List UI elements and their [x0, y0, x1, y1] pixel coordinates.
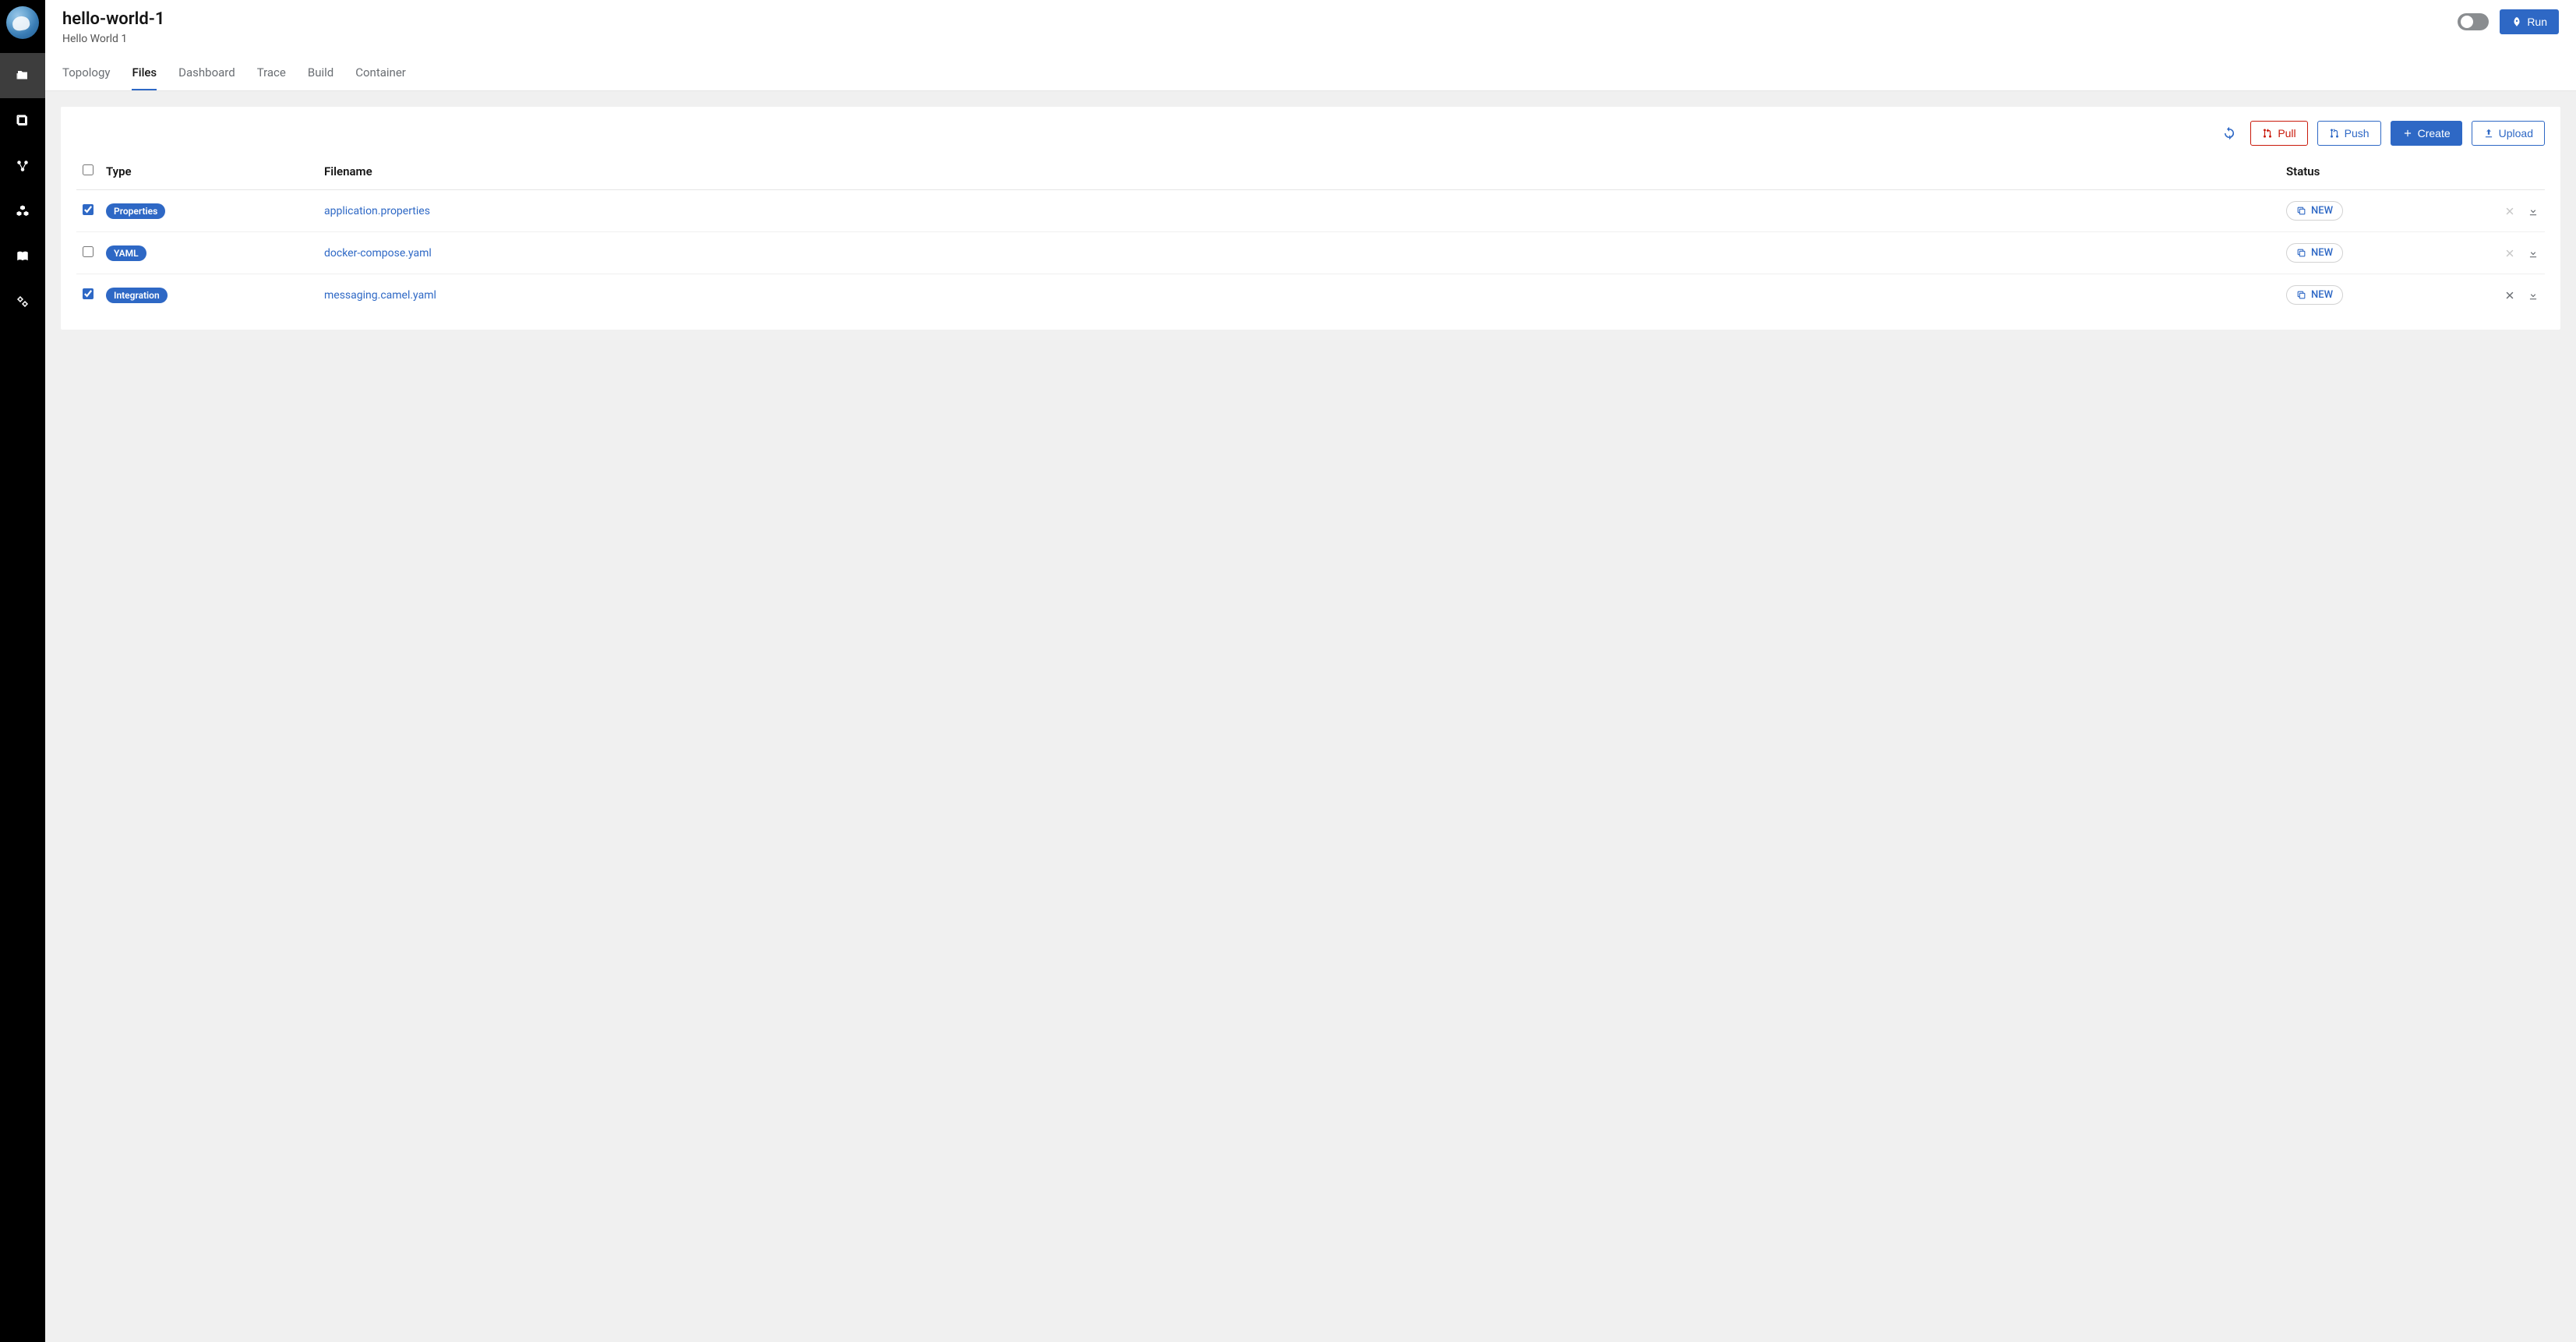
- files-toolbar: Pull Push Create Upload: [76, 121, 2545, 146]
- select-all-checkbox[interactable]: [83, 164, 94, 175]
- refresh-icon: [2222, 126, 2236, 140]
- cubes-icon: [16, 204, 30, 218]
- download-button[interactable]: [2528, 206, 2539, 217]
- page-title: hello-world-1: [62, 9, 164, 30]
- filename-link[interactable]: application.properties: [324, 205, 430, 217]
- table-row: Integration messaging.camel.yaml NEW: [76, 274, 2545, 316]
- delete-button[interactable]: [2504, 290, 2515, 301]
- delete-button: [2504, 206, 2515, 217]
- delete-button: [2504, 248, 2515, 259]
- filename-link[interactable]: docker-compose.yaml: [324, 247, 432, 260]
- th-type: Type: [100, 157, 318, 190]
- dev-mode-toggle[interactable]: [2458, 13, 2489, 30]
- run-label: Run: [2527, 16, 2547, 28]
- push-label: Push: [2345, 127, 2370, 139]
- download-button[interactable]: [2528, 248, 2539, 259]
- create-label: Create: [2418, 127, 2451, 139]
- row-checkbox[interactable]: [83, 288, 94, 299]
- row-checkbox[interactable]: [83, 204, 94, 215]
- gears-icon: [16, 295, 30, 309]
- copy-icon: [2296, 290, 2306, 300]
- table-row: Properties application.properties NEW: [76, 190, 2545, 232]
- status-pill[interactable]: NEW: [2286, 243, 2343, 263]
- files-card: Pull Push Create Upload: [61, 107, 2560, 330]
- push-button[interactable]: Push: [2317, 121, 2381, 146]
- git-push-icon: [2329, 128, 2340, 139]
- copy-icon: [2296, 206, 2306, 216]
- files-table: Type Filename Status Properties applicat…: [76, 157, 2545, 316]
- download-button[interactable]: [2528, 290, 2539, 301]
- row-checkbox[interactable]: [83, 246, 94, 257]
- status-pill[interactable]: NEW: [2286, 201, 2343, 221]
- plus-icon: [2402, 128, 2413, 139]
- tabs: Topology Files Dashboard Trace Build Con…: [62, 59, 2559, 90]
- content: Pull Push Create Upload: [45, 91, 2576, 345]
- rocket-icon: [2511, 16, 2522, 27]
- close-icon: [2504, 206, 2515, 217]
- pull-label: Pull: [2278, 127, 2295, 139]
- git-pull-icon: [2262, 128, 2273, 139]
- type-badge: Integration: [106, 288, 168, 303]
- main: hello-world-1 Hello World 1 Run Topology…: [45, 0, 2576, 1342]
- copy-icon: [2296, 248, 2306, 258]
- close-icon: [2504, 248, 2515, 259]
- type-badge: Properties: [106, 203, 165, 219]
- book-icon: [16, 249, 30, 263]
- tab-dashboard[interactable]: Dashboard: [178, 59, 235, 90]
- services-icon: [16, 159, 30, 173]
- create-button[interactable]: Create: [2391, 121, 2462, 146]
- tab-build[interactable]: Build: [308, 59, 333, 90]
- nav-projects[interactable]: [0, 53, 45, 98]
- download-icon: [2528, 248, 2539, 259]
- filename-link[interactable]: messaging.camel.yaml: [324, 289, 436, 302]
- nav-docs[interactable]: [0, 234, 45, 279]
- header: hello-world-1 Hello World 1 Run Topology…: [45, 0, 2576, 91]
- upload-button[interactable]: Upload: [2472, 121, 2545, 146]
- refresh-button[interactable]: [2218, 122, 2241, 145]
- nav-settings[interactable]: [0, 279, 45, 324]
- pull-button[interactable]: Pull: [2250, 121, 2307, 146]
- tab-container[interactable]: Container: [355, 59, 406, 90]
- th-filename: Filename: [318, 157, 2280, 190]
- app-logo: [6, 6, 39, 39]
- download-icon: [2528, 206, 2539, 217]
- tab-files[interactable]: Files: [132, 59, 157, 90]
- upload-icon: [2483, 128, 2494, 139]
- nav-services[interactable]: [0, 143, 45, 189]
- table-row: YAML docker-compose.yaml NEW: [76, 232, 2545, 274]
- status-pill[interactable]: NEW: [2286, 285, 2343, 305]
- page-subtitle: Hello World 1: [62, 33, 164, 45]
- nav-containers[interactable]: [0, 98, 45, 143]
- type-badge: YAML: [106, 245, 146, 261]
- sidebar: [0, 0, 45, 1342]
- tab-topology[interactable]: Topology: [62, 59, 110, 90]
- run-button[interactable]: Run: [2500, 9, 2559, 34]
- box-icon: [16, 114, 30, 128]
- tab-trace[interactable]: Trace: [257, 59, 286, 90]
- close-icon: [2504, 290, 2515, 301]
- download-icon: [2528, 290, 2539, 301]
- upload-label: Upload: [2499, 127, 2533, 139]
- nav-templates[interactable]: [0, 189, 45, 234]
- folder-icon: [16, 69, 30, 83]
- th-status: Status: [2280, 157, 2475, 190]
